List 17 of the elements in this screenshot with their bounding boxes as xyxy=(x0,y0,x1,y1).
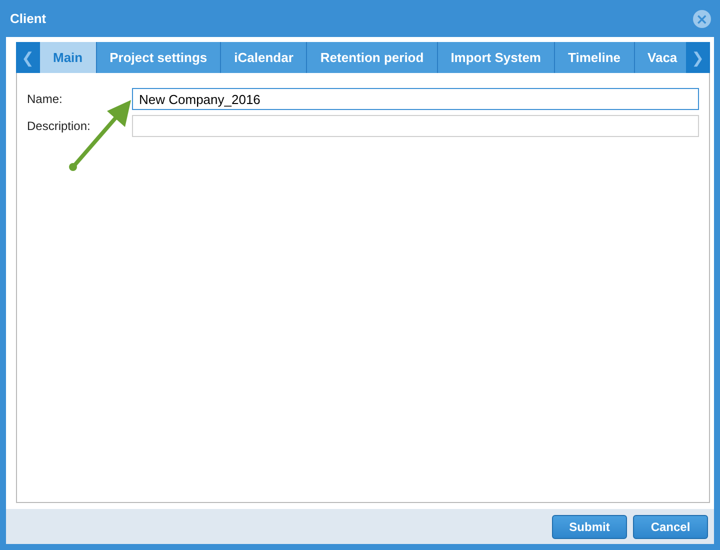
tab[interactable]: Import System xyxy=(438,42,555,73)
scroll-left-button[interactable]: ❮ xyxy=(16,42,40,73)
dialog-button[interactable]: Cancel xyxy=(633,514,708,538)
tab[interactable]: Retention period xyxy=(307,42,438,73)
scroll-right-button[interactable]: ❯ xyxy=(686,42,710,73)
close-button[interactable]: ⨯ xyxy=(693,10,711,28)
tab[interactable]: Vaca xyxy=(634,42,686,73)
field-label: Name: xyxy=(27,92,64,106)
window-title: Client xyxy=(10,11,46,26)
tab[interactable]: Timeline xyxy=(555,42,635,73)
field-label: Description: xyxy=(27,119,92,133)
tab[interactable]: Main xyxy=(40,42,97,73)
text-field[interactable]: New Company_2016 xyxy=(132,88,699,110)
tab[interactable]: Project settings xyxy=(96,42,222,73)
text-field[interactable] xyxy=(132,115,699,137)
tab[interactable]: iCalendar xyxy=(221,42,308,73)
dialog-button[interactable]: Submit xyxy=(552,514,627,538)
